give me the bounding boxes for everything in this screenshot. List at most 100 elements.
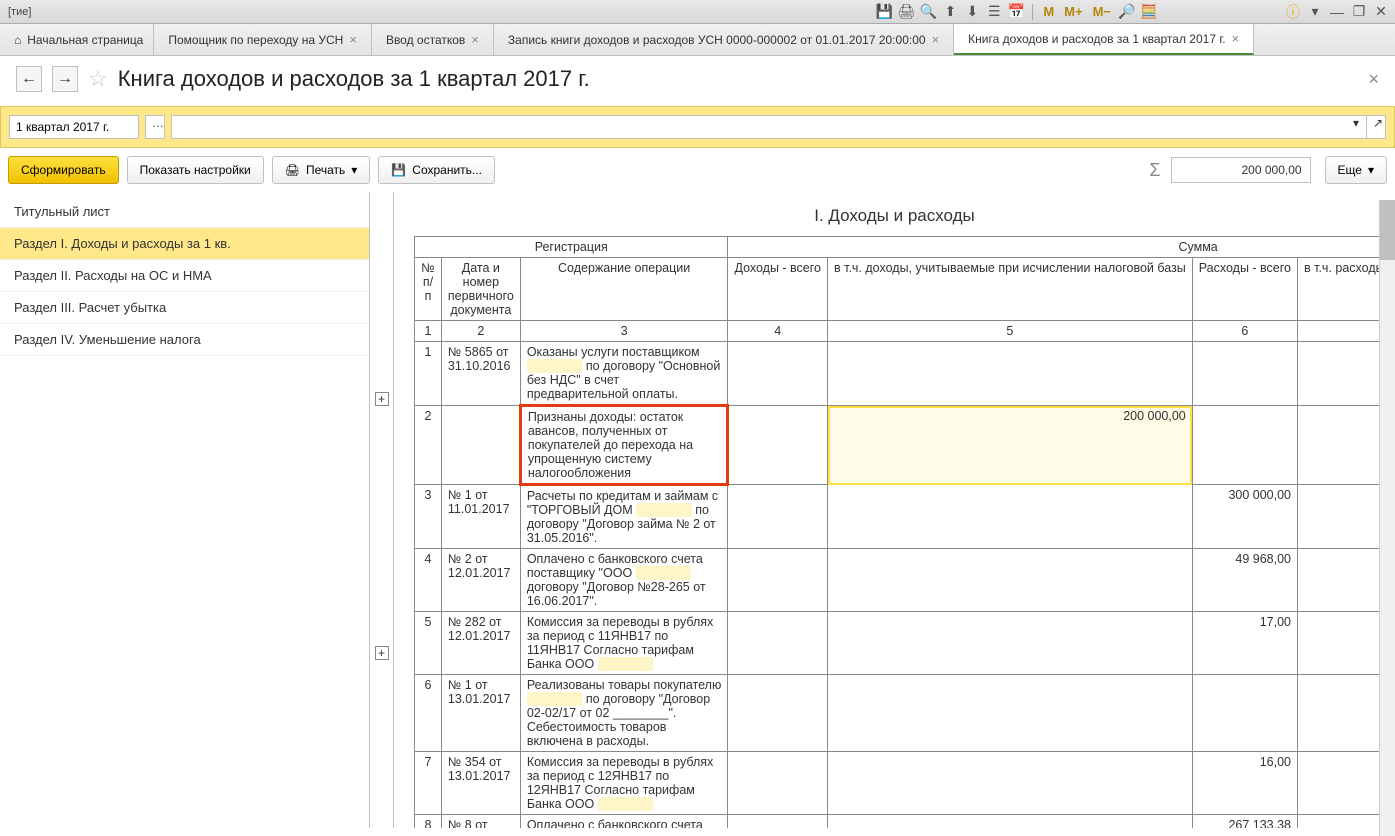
sidebar-item[interactable]: Раздел IV. Уменьшение налога: [0, 324, 369, 356]
home-icon: ⌂: [14, 33, 21, 47]
tab-home[interactable]: ⌂ Начальная страница: [4, 24, 154, 55]
period-picker-button[interactable]: …: [145, 115, 165, 139]
zoom-in-icon[interactable]: 🔎: [1117, 3, 1137, 21]
back-button[interactable]: ←: [16, 66, 42, 92]
compare-del-icon[interactable]: ⬇: [962, 3, 982, 21]
show-settings-button[interactable]: Показать настройки: [127, 156, 264, 184]
cell-value: [828, 612, 1193, 675]
header-group-sum: Сумма: [728, 237, 1395, 258]
cell-date: № 354 от 13.01.2017: [441, 752, 520, 815]
cell-desc: Комиссия за переводы в рублях за период …: [520, 752, 728, 815]
tab-balances[interactable]: Ввод остатков ×: [372, 24, 494, 55]
cell-num: 1: [415, 342, 442, 406]
sidebar-item[interactable]: Раздел III. Расчет убытка: [0, 292, 369, 324]
memory-m[interactable]: M: [1039, 4, 1058, 19]
cell-value: [1192, 406, 1297, 485]
memory-mminus[interactable]: M−: [1089, 4, 1115, 19]
table-row[interactable]: 2Признаны доходы: остаток авансов, получ…: [415, 406, 1395, 485]
cell-value: 300 000,00: [1192, 485, 1297, 549]
cell-date: № 2 от 12.01.2017: [441, 549, 520, 612]
table-row[interactable]: 3№ 1 от 11.01.2017Расчеты по кредитам и …: [415, 485, 1395, 549]
table-row[interactable]: 8№ 8 от 16.01.2017Оплачено с банковского…: [415, 815, 1395, 829]
compare-add-icon[interactable]: ⬆: [940, 3, 960, 21]
generate-button[interactable]: Сформировать: [8, 156, 119, 184]
close-icon[interactable]: ✕: [1371, 3, 1391, 21]
col-inc-total: Доходы - всего: [728, 258, 828, 321]
memory-mplus[interactable]: M+: [1060, 4, 1086, 19]
cell-value: [828, 815, 1193, 829]
cell-value: [1192, 675, 1297, 752]
report-section-title: I. Доходы и расходы: [414, 206, 1375, 226]
col-number: 1: [415, 321, 442, 342]
sidebar-item[interactable]: Титульный лист: [0, 196, 369, 228]
cell-date: № 8 от 16.01.2017: [441, 815, 520, 829]
col-inc-tax: в т.ч. доходы, учитываемые при исчислени…: [828, 258, 1193, 321]
cell-date: № 282 от 12.01.2017: [441, 612, 520, 675]
tab-close-icon[interactable]: ×: [932, 32, 940, 47]
tabs-bar: ⌂ Начальная страница Помощник по переход…: [0, 24, 1395, 56]
col-num: № п/п: [415, 258, 442, 321]
page-close-icon[interactable]: ×: [1368, 69, 1379, 90]
cell-num: 5: [415, 612, 442, 675]
tab-close-icon[interactable]: ×: [1232, 31, 1240, 46]
tab-close-icon[interactable]: ×: [349, 32, 357, 47]
cell-num: 4: [415, 549, 442, 612]
org-dropdown-icon[interactable]: ▾: [1346, 115, 1366, 139]
list-icon[interactable]: ☰: [984, 3, 1004, 21]
print-button[interactable]: 🖨Печать ▾: [272, 156, 371, 184]
vertical-scrollbar[interactable]: [1379, 200, 1395, 836]
window-title: [тие]: [4, 6, 31, 18]
table-row[interactable]: 4№ 2 от 12.01.2017Оплачено с банковского…: [415, 549, 1395, 612]
cell-value: [728, 549, 828, 612]
expand-toggle[interactable]: +: [375, 392, 389, 406]
cell-value: 49 968,00: [1192, 549, 1297, 612]
info-icon[interactable]: ⓘ: [1283, 3, 1303, 21]
cell-value: [728, 752, 828, 815]
cell-desc: Оплачено с банковского счета поставщику …: [520, 815, 728, 829]
sidebar-item[interactable]: Раздел I. Доходы и расходы за 1 кв.: [0, 228, 369, 260]
chevron-down-icon: ▾: [1368, 163, 1374, 177]
col-desc: Содержание операции: [520, 258, 728, 321]
save-icon[interactable]: 💾: [874, 3, 894, 21]
forward-button[interactable]: →: [52, 66, 78, 92]
page-header: ← → ☆ Книга доходов и расходов за 1 квар…: [0, 56, 1395, 106]
sum-value: 200 000,00: [1171, 157, 1311, 183]
cell-desc: Комиссия за переводы в рублях за период …: [520, 612, 728, 675]
dropdown-icon[interactable]: ▾: [1305, 3, 1325, 21]
minimize-icon[interactable]: —: [1327, 3, 1347, 21]
cell-value: 267 133,38: [1192, 815, 1297, 829]
sidebar-item[interactable]: Раздел II. Расходы на ОС и НМА: [0, 260, 369, 292]
cell-value: [828, 549, 1193, 612]
cell-num: 6: [415, 675, 442, 752]
restore-icon[interactable]: ❐: [1349, 3, 1369, 21]
print-icon[interactable]: 🖨: [896, 3, 916, 21]
tab-kudir-book[interactable]: Книга доходов и расходов за 1 квартал 20…: [954, 24, 1254, 55]
organization-input[interactable]: [171, 115, 1346, 139]
expand-toggle[interactable]: +: [375, 646, 389, 660]
tab-label: Ввод остатков: [386, 33, 465, 47]
table-row[interactable]: 1№ 5865 от 31.10.2016Оказаны услуги пост…: [415, 342, 1395, 406]
calc-icon[interactable]: 🧮: [1139, 3, 1159, 21]
table-row[interactable]: 6№ 1 от 13.01.2017Реализованы товары пок…: [415, 675, 1395, 752]
cell-date: № 1 от 13.01.2017: [441, 675, 520, 752]
table-row[interactable]: 5№ 282 от 12.01.2017Комиссия за переводы…: [415, 612, 1395, 675]
favorite-icon[interactable]: ☆: [88, 66, 108, 92]
table-row[interactable]: 7№ 354 от 13.01.2017Комиссия за переводы…: [415, 752, 1395, 815]
cell-date: № 1 от 11.01.2017: [441, 485, 520, 549]
save-button[interactable]: 💾Сохранить...: [378, 156, 495, 184]
header-group-reg: Регистрация: [415, 237, 728, 258]
preview-icon[interactable]: 🔍: [918, 3, 938, 21]
cell-date: № 5865 от 31.10.2016: [441, 342, 520, 406]
period-input[interactable]: [9, 115, 139, 139]
tab-close-icon[interactable]: ×: [471, 32, 479, 47]
cell-value: [728, 485, 828, 549]
org-open-button[interactable]: ↗: [1366, 115, 1386, 139]
tab-usn-helper[interactable]: Помощник по переходу на УСН ×: [154, 24, 372, 55]
more-button[interactable]: Еще ▾: [1325, 156, 1387, 184]
report-table: Регистрация Сумма № п/п Дата и номер пер…: [414, 236, 1395, 828]
tab-kudir-entry[interactable]: Запись книги доходов и расходов УСН 0000…: [494, 24, 954, 55]
sigma-icon: Σ: [1143, 160, 1166, 181]
report-area: I. Доходы и расходы Регистрация Сумма № …: [394, 192, 1395, 828]
cell-value: [828, 675, 1193, 752]
calendar-icon[interactable]: 📅: [1006, 3, 1026, 21]
